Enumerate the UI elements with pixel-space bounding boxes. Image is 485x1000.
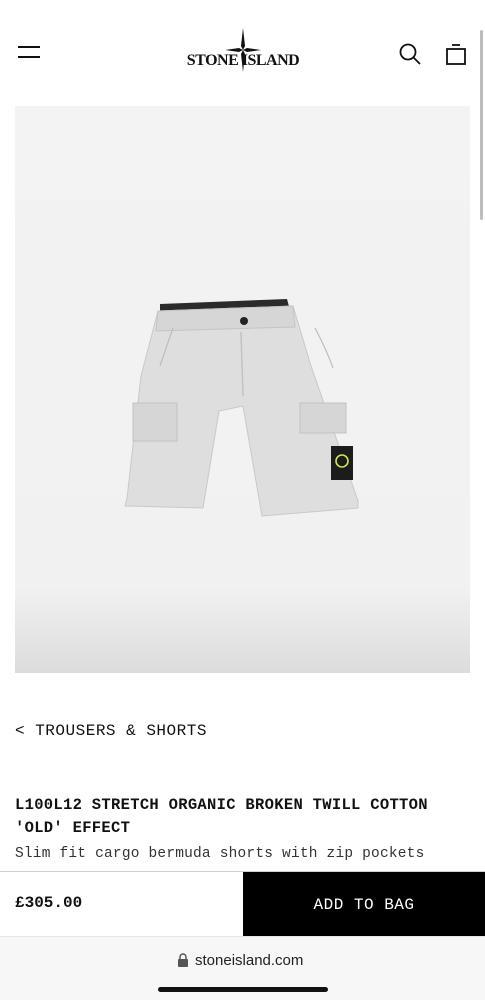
product-price: £305.00 <box>15 894 83 912</box>
brand-name: STONE ISLAND <box>186 52 300 69</box>
lock-icon <box>178 953 188 967</box>
product-description: Slim fit cargo bermuda shorts with zip p… <box>15 846 425 862</box>
shopping-bag-icon[interactable] <box>444 42 468 66</box>
hamburger-menu-icon[interactable] <box>18 44 40 60</box>
breadcrumb-back-link[interactable]: < TROUSERS & SHORTS <box>15 722 207 740</box>
add-to-bag-button[interactable]: ADD TO BAG <box>243 872 485 937</box>
search-icon[interactable] <box>398 42 422 66</box>
purchase-bar: £305.00 ADD TO BAG <box>0 871 485 937</box>
page-scrollbar[interactable] <box>480 30 483 220</box>
url-text[interactable]: stoneisland.com <box>195 952 303 969</box>
home-indicator[interactable] <box>158 987 328 992</box>
cargo-shorts-illustration <box>124 299 359 517</box>
browser-address-bar[interactable]: stoneisland.com <box>0 936 485 1000</box>
brand-logo[interactable]: STONE ISLAND <box>170 28 316 78</box>
product-title: L100L12 STRETCH ORGANIC BROKEN TWILL COT… <box>15 796 428 837</box>
product-image[interactable] <box>15 106 470 673</box>
site-header: STONE ISLAND <box>0 0 485 220</box>
